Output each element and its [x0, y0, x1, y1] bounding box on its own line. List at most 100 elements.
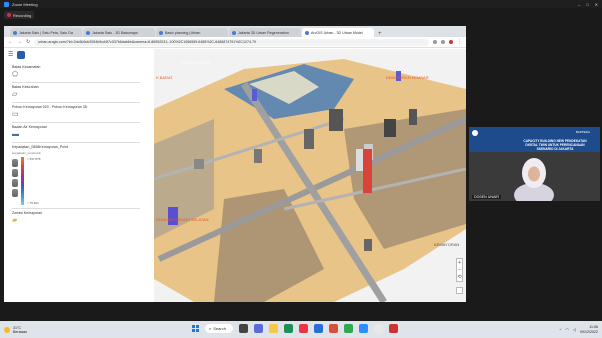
layer-title: Batas Kecamatan: [12, 65, 41, 69]
3d-map-view[interactable]: PADEMANGAN K.BARAT KEBAYORAN KEMBAR GUNU…: [154, 49, 466, 302]
zoom-in-icon[interactable]: +: [458, 260, 461, 266]
density-column[interactable]: [252, 89, 257, 101]
zone-icon: ▰: [12, 217, 18, 224]
chevron-up-icon[interactable]: ^: [560, 327, 562, 332]
recording-label: Recording: [13, 12, 32, 18]
cylinder-icon: [12, 179, 18, 187]
rotate-icon[interactable]: ⟲: [457, 274, 461, 280]
map-label: PADEMANGAN: [182, 60, 210, 65]
layer-item[interactable]: Badan Air Kemayoran ▬: [12, 123, 140, 143]
wifi-icon[interactable]: ◠: [565, 327, 569, 332]
density-legend: > 537,878 < 79,691: [12, 157, 140, 205]
zoom-titlebar: Zoom Meeting – □ ✕: [0, 0, 602, 8]
browser-tab[interactable]: Basic planning (Urban: [156, 28, 228, 37]
app-logo[interactable]: [17, 50, 26, 59]
zoom-video-tile[interactable]: BAPPEDA CAPACITY BUILDING NEW PENDEKATAN…: [469, 127, 600, 201]
date: 09/12/2022: [580, 329, 598, 334]
density-column[interactable]: [363, 149, 372, 193]
whatsapp-icon[interactable]: [344, 324, 353, 333]
map-label: GUNUNG SAHARI SELATAN: [156, 217, 209, 222]
favicon-icon: [86, 30, 90, 35]
weather-condition: Berawan: [13, 329, 28, 334]
recording-indicator[interactable]: Recording: [4, 11, 35, 19]
powerpoint-icon[interactable]: [329, 324, 338, 333]
banner-title: CAPACITY BUILDING NEW PENDEKATAN DIGITAL…: [523, 139, 587, 151]
file-explorer-icon[interactable]: [269, 324, 278, 333]
layer-title: Pohon Kemayoran 020 - Pohon Kemayoran 3D: [12, 105, 88, 109]
start-icon[interactable]: [192, 325, 199, 332]
close-icon[interactable]: ✕: [595, 2, 598, 7]
cylinder-icon: [12, 169, 18, 177]
new-tab-button[interactable]: +: [375, 31, 385, 37]
water-icon: ▬: [12, 131, 19, 138]
map-zoom-controls[interactable]: + − ⟲: [456, 258, 463, 282]
legend-min-label: < 79,691: [27, 201, 39, 205]
zoom-window-title: Zoom Meeting: [12, 1, 38, 7]
maximize-icon[interactable]: □: [586, 2, 588, 7]
extension-icon[interactable]: [433, 40, 437, 44]
pdf-icon[interactable]: [389, 324, 398, 333]
favicon-icon: [13, 30, 17, 35]
chrome-icon[interactable]: [374, 324, 383, 333]
map-label: KEBAYORAN KEMBAR: [386, 75, 429, 80]
layer-title: Badan Air Kemayoran: [12, 125, 47, 129]
arcgis-urban-app: ☰ Sign in Batas Kecamatan ⬠ Batas Kelura…: [4, 49, 466, 302]
color-ramp: [21, 157, 24, 205]
cylinder-icon: [12, 189, 18, 197]
browser-tab-active[interactable]: ArcGIS Urban - 3D Urban Model: [302, 28, 374, 37]
cylinder-icon: [12, 159, 18, 167]
density-column[interactable]: [168, 207, 178, 225]
layer-item[interactable]: Zonasi Kemayoran ▰: [12, 209, 140, 228]
weather-icon: [4, 326, 10, 333]
layer-title: Batas Kelurahan: [12, 85, 39, 89]
system-tray: ^ ◠ ◁ 11:06 09/12/2022: [560, 325, 598, 334]
volume-icon[interactable]: ◁: [573, 327, 576, 332]
profile-icon[interactable]: [449, 40, 453, 44]
favicon-icon: [159, 30, 163, 35]
zoom-taskbar-icon[interactable]: [359, 324, 368, 333]
zoom-icon: [4, 1, 9, 7]
cylinder-symbols: [12, 157, 18, 205]
forward-icon[interactable]: →: [17, 39, 22, 45]
layer-item[interactable]: Batas Kelurahan ▱: [12, 83, 140, 103]
participant-name: DOSEN UNAIR: [472, 195, 501, 199]
weather-widget[interactable]: 31°C Berawan: [4, 326, 27, 334]
office-icon[interactable]: [299, 324, 308, 333]
back-icon[interactable]: ←: [8, 39, 13, 45]
map-scene[interactable]: PADEMANGAN K.BARAT KEBAYORAN KEMBAR GUNU…: [154, 49, 466, 302]
zoom-out-icon[interactable]: −: [458, 267, 461, 273]
window-controls[interactable]: – □ ✕: [578, 2, 602, 7]
menu-icon[interactable]: ⋮: [457, 39, 462, 45]
taskbar-search[interactable]: ⌕ Search: [205, 324, 233, 333]
address-bar[interactable]: urban.arcgis.com/?id=2dc6b9cb2054b9cd4f7…: [34, 38, 429, 46]
word-icon[interactable]: [314, 324, 323, 333]
layer-item-density[interactable]: Kepadatan_0856Kemayoran_Point kepadatan_…: [12, 143, 140, 209]
address-bar-row: ← → ↻ urban.arcgis.com/?id=2dc6b9cb2054b…: [4, 37, 466, 48]
windows-taskbar: 31°C Berawan ⌕ Search ^ ◠ ◁ 11:06 09/12/2…: [0, 321, 602, 338]
browser-window: Jakarta Satu | Satu Peta, Satu Da Jakart…: [4, 26, 466, 302]
browser-tab[interactable]: Jakarta Satu | Satu Peta, Satu Da: [10, 28, 82, 37]
search-icon: ⌕: [209, 326, 212, 331]
browser-tab[interactable]: Jakarta 3D Urban Regeneration: [229, 28, 301, 37]
ramp-labels: > 537,878 < 79,691: [27, 157, 40, 205]
minimize-icon[interactable]: –: [578, 2, 580, 7]
chat-icon[interactable]: [254, 324, 263, 333]
edge-icon[interactable]: [284, 324, 293, 333]
layer-title: Kepadatan_0856Kemayoran_Point: [12, 145, 68, 149]
legend-field-name: kepadatan_penduduk: [12, 151, 41, 155]
reload-icon[interactable]: ↻: [26, 39, 30, 45]
layer-item[interactable]: Batas Kecamatan ⬠: [12, 63, 140, 83]
banner-logo-text: BAPPEDA: [575, 130, 590, 134]
record-icon: [7, 13, 11, 17]
taskbar-apps: ⌕ Search: [192, 324, 398, 333]
task-view-icon[interactable]: [239, 324, 248, 333]
jakarta-seal-icon: [472, 130, 478, 136]
map-label: KEMAYORAN: [434, 242, 459, 247]
map-label: K.BARAT: [156, 75, 173, 80]
browser-tab[interactable]: Jakarta Satu - 3D Bassmaps: [83, 28, 155, 37]
clock[interactable]: 11:06 09/12/2022: [580, 325, 598, 334]
compass-icon[interactable]: [456, 287, 463, 294]
extension-icon[interactable]: [441, 40, 445, 44]
layer-item[interactable]: Pohon Kemayoran 020 - Pohon Kemayoran 3D…: [12, 103, 140, 123]
hamburger-menu-icon[interactable]: ☰: [8, 51, 13, 58]
